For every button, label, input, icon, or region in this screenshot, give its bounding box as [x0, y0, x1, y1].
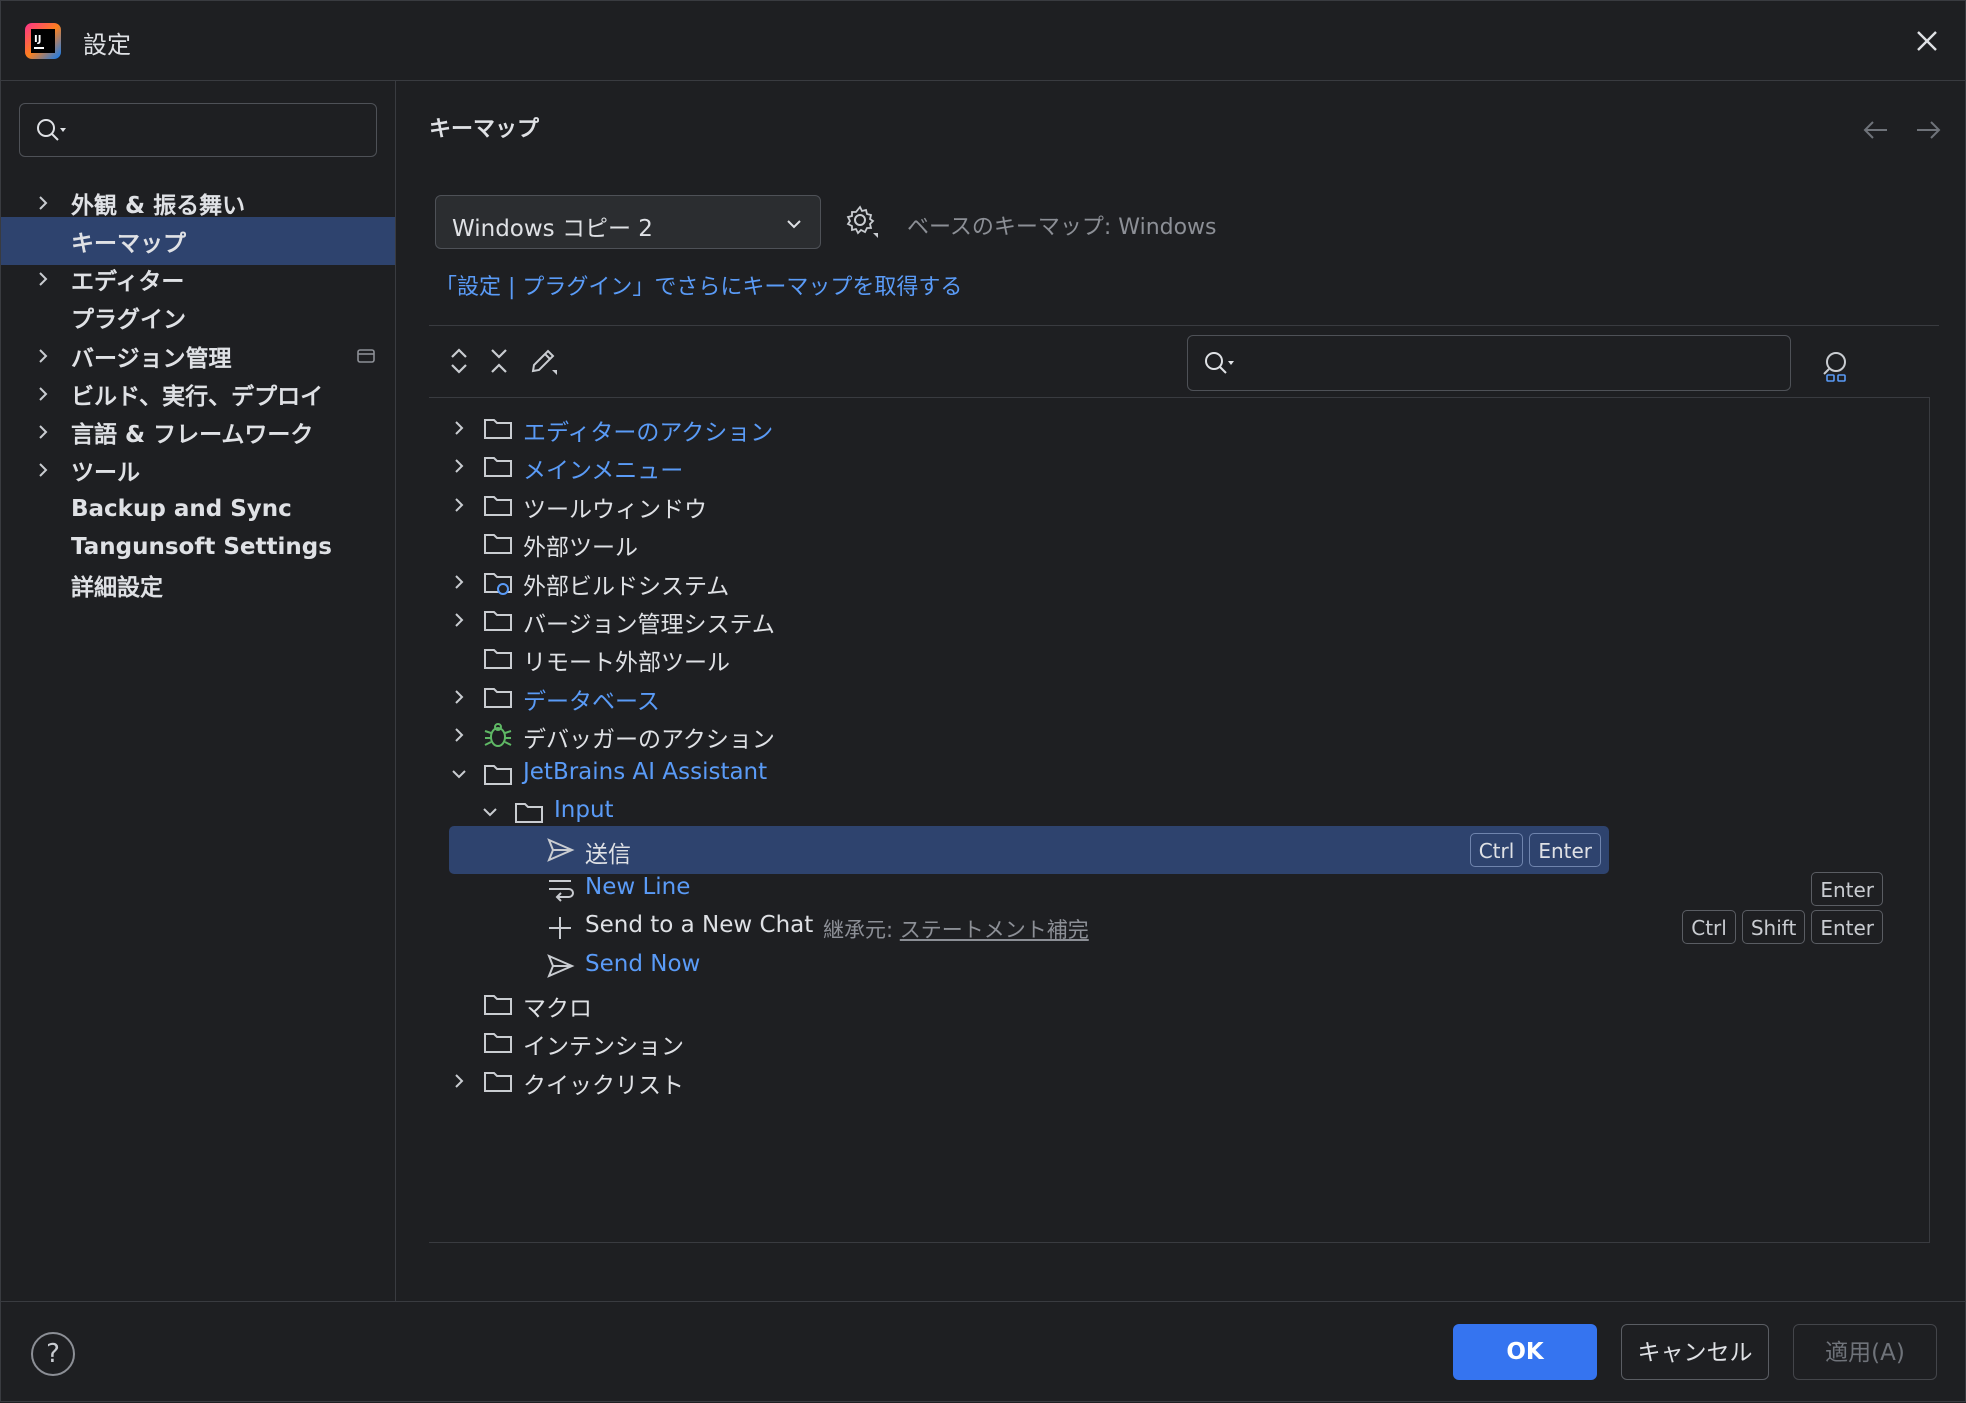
keymap-select[interactable]: Windows コピー 2	[435, 195, 821, 249]
title-bar: IJ 設定	[1, 1, 1965, 81]
folder-icon	[484, 611, 512, 631]
shortcut-key: Enter	[1529, 833, 1601, 868]
tree-row[interactable]: クイックリスト	[429, 1057, 1911, 1105]
sidebar-item-label: ビルド、実行、デプロイ	[71, 384, 324, 410]
chevron-right-icon[interactable]	[449, 1071, 469, 1091]
chevron-right-icon	[39, 196, 48, 210]
collapse-all-icon[interactable]	[483, 345, 515, 377]
shortcut-keys: Enter	[1811, 871, 1883, 906]
back-arrow-icon[interactable]	[1861, 117, 1891, 143]
expand-all-icon[interactable]	[443, 345, 475, 377]
chevron-right-icon	[39, 387, 48, 401]
newline-icon	[549, 879, 574, 902]
chevron-right-icon[interactable]	[449, 572, 469, 592]
chevron-right-icon	[39, 272, 48, 286]
shortcut-keys: Ctrl Enter	[1469, 833, 1601, 868]
window-title: 設定	[83, 31, 131, 59]
chevron-down-icon[interactable]	[480, 802, 500, 822]
chevron-down-icon	[787, 220, 801, 229]
chevron-right-icon[interactable]	[449, 687, 469, 707]
folder-icon	[484, 457, 512, 478]
folder-icon	[484, 687, 512, 708]
folder-icon	[484, 995, 512, 1015]
page-title: キーマップ	[429, 117, 540, 142]
settings-dialog: IJ 設定 外観 & 振る舞い キーマップ エディター プラグイン バージョン管…	[0, 0, 1966, 1402]
send-icon	[547, 838, 575, 863]
chevron-right-icon[interactable]	[449, 456, 469, 476]
chevron-right-icon	[39, 463, 48, 477]
sidebar-item-label: バージョン管理	[71, 346, 232, 372]
sidebar-item-label: Tangunsoft Settings	[71, 534, 332, 560]
sidebar-search-input[interactable]	[19, 103, 377, 157]
gear-icon[interactable]	[845, 205, 879, 239]
folder-icon	[484, 495, 512, 516]
tree-row-label: Send to a New Chat	[585, 912, 814, 939]
dialog-footer: ? OK キャンセル 適用(A)	[1, 1301, 1965, 1403]
tree-row-label: クイックリスト	[523, 1072, 684, 1099]
edit-pencil-icon[interactable]	[527, 345, 559, 377]
tree-row-label: JetBrains AI Assistant	[523, 758, 768, 785]
inherited-action-link[interactable]: ステートメント補完	[900, 918, 1089, 942]
inherited-from-label: 継承元: ステートメント補完	[823, 914, 1089, 944]
close-icon[interactable]	[1909, 23, 1945, 59]
svg-text:IJ: IJ	[34, 34, 41, 45]
shortcut-key: Ctrl	[1469, 833, 1524, 868]
folder-icon	[484, 534, 512, 555]
chevron-right-icon	[39, 425, 48, 439]
tree-row-label: Input	[554, 797, 614, 823]
inherited-prefix: 継承元:	[823, 918, 900, 943]
sidebar-item-label: 外観 & 振る舞い	[71, 193, 246, 219]
base-keymap-label: ベースのキーマップ: Windows	[907, 215, 1217, 240]
shortcut-keys: Ctrl Shift Enter	[1682, 910, 1883, 945]
search-icon	[37, 119, 66, 141]
sidebar-item-label: ツール	[71, 460, 140, 486]
search-icon	[1205, 352, 1234, 374]
sidebar-item-advanced[interactable]: 詳細設定	[1, 561, 395, 609]
sidebar-item-label: 詳細設定	[71, 575, 163, 601]
folder-icon	[484, 764, 512, 785]
forward-arrow-icon[interactable]	[1913, 117, 1943, 143]
keymap-select-value: Windows コピー 2	[452, 216, 653, 242]
folder-icon	[484, 419, 512, 439]
plus-icon	[549, 917, 571, 940]
chevron-right-icon[interactable]	[449, 725, 469, 745]
help-button[interactable]: ?	[31, 1332, 75, 1376]
settings-sidebar: 外観 & 振る舞い キーマップ エディター プラグイン バージョン管理 ビルド、…	[1, 81, 396, 1301]
find-by-shortcut-icon[interactable]	[1819, 349, 1853, 383]
tree-row-label: New Line	[585, 873, 691, 900]
chevron-down-icon[interactable]	[449, 764, 469, 784]
chevron-right-icon	[39, 349, 48, 363]
sidebar-item-label: キーマップ	[71, 231, 186, 257]
shortcut-key: Enter	[1811, 910, 1883, 945]
ok-button[interactable]: OK	[1453, 1324, 1597, 1380]
shortcut-key: Enter	[1811, 871, 1883, 906]
tree-row-label: Send Now	[585, 950, 701, 977]
folder-icon	[484, 1071, 512, 1092]
keymap-panel: キーマップ Windows コピー 2 ベースのキーマップ: Windows 「…	[397, 81, 1966, 1301]
keymap-search-input[interactable]	[1187, 335, 1791, 391]
chevron-right-icon[interactable]	[449, 610, 469, 630]
folder-icon	[484, 1033, 512, 1054]
get-more-keymaps-link[interactable]: 「設定 | プラグイン」でさらにキーマップを取得する	[435, 269, 962, 301]
cancel-button[interactable]: キャンセル	[1621, 1324, 1769, 1380]
divider	[429, 325, 1939, 326]
project-settings-icon	[357, 349, 375, 363]
apply-button[interactable]: 適用(A)	[1793, 1324, 1937, 1380]
intellij-logo-icon: IJ	[25, 23, 61, 59]
send-icon	[547, 953, 575, 978]
folder-gear-icon	[484, 572, 512, 595]
chevron-right-icon[interactable]	[449, 495, 469, 515]
folder-icon	[515, 803, 543, 823]
folder-icon	[484, 649, 512, 670]
bug-icon	[484, 723, 512, 748]
shortcut-key: Shift	[1741, 910, 1806, 945]
shortcut-key: Ctrl	[1682, 910, 1736, 945]
sidebar-item-label: プラグイン	[71, 307, 186, 333]
sidebar-item-label: エディター	[71, 269, 185, 295]
keymap-tree[interactable]: エディターのアクション メインメニュー ツールウィンドウ 外部ツール 外部ビルドシステム…	[429, 397, 1930, 1243]
chevron-right-icon[interactable]	[449, 418, 469, 438]
sidebar-item-label: 言語 & フレームワーク	[71, 422, 314, 448]
sidebar-item-label: Backup and Sync	[71, 496, 292, 522]
